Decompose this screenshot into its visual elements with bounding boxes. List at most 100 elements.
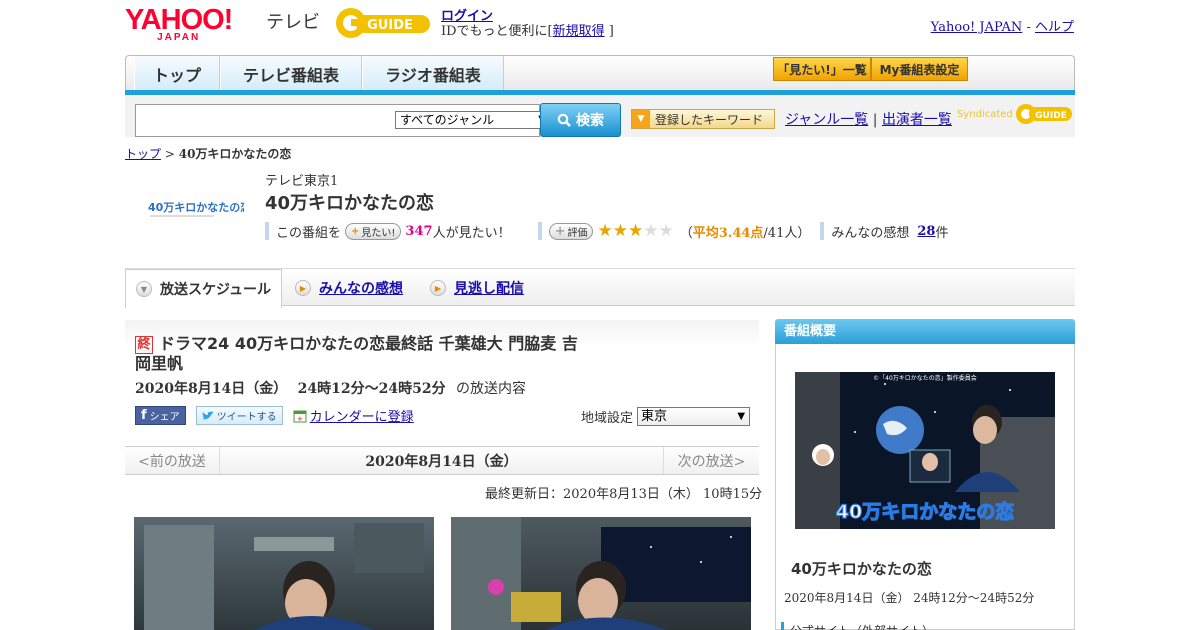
region-setting: 地域設定 東京 ▼: [581, 407, 751, 426]
breadcrumb-current: 40万キロかなたの恋: [178, 147, 292, 161]
tab-radio-schedule[interactable]: ラジオ番組表: [362, 56, 504, 91]
rating-stars: ★★★★★: [597, 221, 673, 241]
breadcrumb-top-link[interactable]: トップ: [125, 147, 161, 161]
region-label: 地域設定: [581, 411, 634, 426]
yahoo-japan-link[interactable]: Yahoo! JAPAN: [931, 20, 1023, 35]
tab-missed-link[interactable]: 見逃し配信: [454, 278, 524, 298]
rate-button[interactable]: + 評価: [548, 222, 594, 240]
login-prompt-end: ]: [608, 24, 614, 39]
date-navigation: <前の放送 2020年8月14日（金） 次の放送>: [125, 446, 759, 475]
dropdown-arrow-icon: ▼: [737, 411, 746, 422]
this-program-label: この番組を: [276, 225, 342, 241]
breadcrumb-separator: >: [164, 147, 175, 161]
performer-list-link[interactable]: 出演者一覧: [882, 112, 952, 128]
sidebar-program-title: 40万キロかなたの恋: [791, 560, 932, 578]
registered-keyword-button[interactable]: ▼ 登録したキーワード: [631, 109, 775, 129]
rating-votes: /41人）: [763, 225, 811, 241]
episode-date-suffix: の放送内容: [456, 381, 527, 397]
search-input[interactable]: すべてのジャンル ▼: [135, 104, 550, 137]
header-separator: -: [1026, 20, 1031, 35]
tab-tv-schedule[interactable]: テレビ番組表: [220, 56, 362, 91]
keyword-button-label: 登録したキーワード: [655, 112, 764, 127]
tab-missed-streaming[interactable]: ▶ 見逃し配信: [430, 269, 524, 307]
spaceship-scene-image: [134, 517, 434, 630]
sidebar-broadcast-date: 2020年8月14日（金） 24時12分～24時52分: [784, 591, 1035, 605]
episode-photo[interactable]: [451, 517, 751, 630]
syndicated-gguide-badge: Syndicated GUIDE: [957, 102, 1073, 126]
official-site-label: 公式サイト（外部サイト）: [781, 622, 934, 630]
want-suffix: 人が見たい！: [432, 225, 511, 241]
impressions-label: みんなの感想: [831, 225, 910, 241]
search-links: ジャンル一覧 | 出演者一覧: [785, 109, 952, 129]
want-button-label: 見たい!: [361, 227, 396, 239]
plus-icon: +: [351, 225, 360, 237]
dropdown-triangle-icon: ▼: [632, 110, 650, 128]
poster-title-text: 40万キロかなたの恋: [836, 500, 1014, 523]
region-select[interactable]: 東京 ▼: [637, 407, 751, 426]
last-updated: 最終更新日：2020年8月13日（木） 10時15分: [485, 487, 763, 502]
svg-text:GUIDE: GUIDE: [367, 18, 413, 33]
genre-list-link[interactable]: ジャンル一覧: [785, 112, 868, 128]
calendar-icon: +: [293, 410, 307, 423]
program-overview-heading: 番組概要: [775, 319, 1075, 344]
login-prompt: IDでもっと便利に[新規取得 ]: [441, 20, 614, 39]
want-to-watch-button[interactable]: + 見たい!: [345, 222, 402, 240]
search-button[interactable]: 検索: [540, 103, 621, 137]
facebook-icon: f: [141, 408, 147, 423]
star-empty-icon: ★: [643, 221, 659, 241]
channel-name: テレビ東京1: [265, 174, 339, 189]
genre-select-value: すべてのジャンル: [400, 113, 495, 127]
tv-label[interactable]: テレビ: [266, 8, 320, 34]
play-arrow-icon: ▶: [295, 280, 311, 296]
episode-photo[interactable]: [134, 517, 434, 630]
search-button-label: 検索: [576, 113, 604, 129]
syndicated-text: Syndicated: [957, 108, 1013, 120]
facebook-share-button[interactable]: f シェア: [135, 406, 186, 425]
region-value: 東京: [641, 409, 668, 424]
help-link[interactable]: ヘルプ: [1035, 20, 1074, 35]
tab-top[interactable]: トップ: [134, 56, 220, 91]
star-filled-icon: ★: [627, 221, 644, 241]
link-divider: |: [872, 112, 878, 128]
rate-button-label: 評価: [567, 227, 588, 239]
star-filled-icon: ★: [612, 221, 628, 241]
episode-title: 終ドラマ24 40万キロかなたの恋最終話 千葉雄大 門脇麦 吉岡里帆: [135, 334, 585, 374]
tweet-label: ツイートする: [216, 412, 277, 423]
twitter-bird-icon: [201, 410, 214, 419]
main-nav: トップ テレビ番組表 ラジオ番組表 「見たい!」一覧 My番組表設定: [125, 55, 1075, 91]
yahoo-japan-logo[interactable]: YAHOO! JAPAN: [125, 6, 233, 43]
final-episode-badge: 終: [135, 336, 153, 354]
gguide-logo[interactable]: GUIDE: [334, 6, 432, 40]
tab-impressions[interactable]: ▶ みんなの感想: [295, 269, 403, 307]
my-schedule-settings-button[interactable]: My番組表設定: [871, 57, 968, 81]
program-overview-panel: ©「40万キロかなたの恋」製作委員会 40万キロかなたの恋 40万キロかなたの恋…: [775, 344, 1075, 630]
episode-title-text: ドラマ24 40万キロかなたの恋最終話 千葉雄大 門脇麦 吉岡里帆: [135, 334, 578, 373]
previous-broadcast-link[interactable]: <前の放送: [125, 447, 220, 474]
login-prompt-text: IDでもっと便利に[: [441, 24, 553, 39]
program-key-visual[interactable]: ©「40万キロかなたの恋」製作委員会 40万キロかなたの恋: [795, 372, 1055, 529]
svg-text:+: +: [297, 415, 303, 423]
episode-date: 2020年8月14日（金）: [135, 381, 288, 397]
want-list-button[interactable]: 「見たい!」一覧: [773, 57, 871, 81]
tab-broadcast-schedule[interactable]: ▼ 放送スケジュール: [125, 269, 282, 308]
star-empty-icon: ★: [658, 221, 674, 241]
program-poster-image: ©「40万キロかなたの恋」製作委員会 40万キロかなたの恋: [795, 372, 1055, 529]
spaceship-scene-image: [451, 517, 751, 630]
next-broadcast-link[interactable]: 次の放送>: [663, 447, 759, 474]
genre-select[interactable]: すべてのジャンル ▼: [395, 111, 550, 129]
calendar-register-link[interactable]: + カレンダーに登録: [293, 406, 414, 425]
svg-text:GUIDE: GUIDE: [1035, 111, 1067, 121]
impressions-count-link[interactable]: 28: [917, 224, 935, 239]
impressions-suffix: 件: [935, 225, 949, 241]
program-stats: この番組を + 見たい! 347 人が見たい！ + 評価 ★★★★★ （ 平均3.4…: [265, 221, 948, 241]
chevron-down-icon: ▼: [136, 281, 152, 297]
tweet-button[interactable]: ツイートする: [195, 406, 283, 425]
tab-impressions-link[interactable]: みんなの感想: [319, 278, 403, 298]
program-title: 40万キロかなたの恋: [265, 193, 435, 214]
register-link[interactable]: 新規取得: [553, 24, 605, 39]
poster-credit-text: ©「40万キロかなたの恋」製作委員会: [873, 374, 977, 382]
breadcrumb: トップ > 40万キロかなたの恋: [125, 145, 291, 162]
star-filled-icon: ★: [597, 221, 613, 241]
search-icon: [557, 113, 571, 127]
rating-average: 平均3.44点: [692, 225, 764, 241]
